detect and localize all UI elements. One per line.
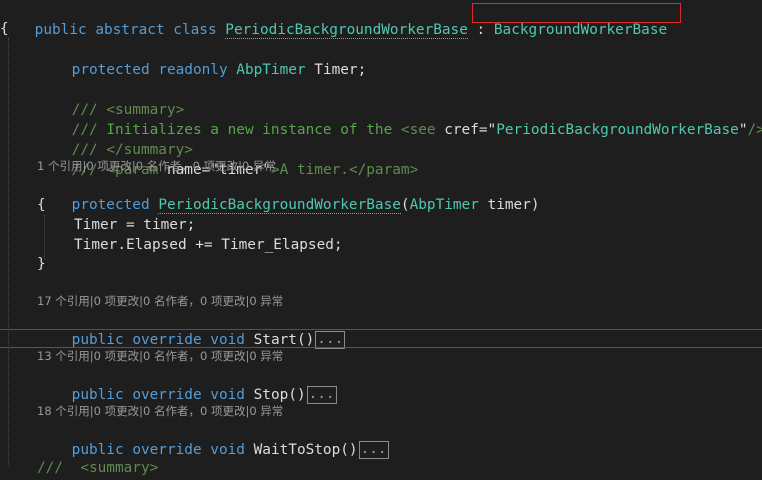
stop-method-line[interactable]: public override void Stop()... [37, 365, 337, 404]
param-type: AbpTimer [409, 197, 479, 213]
base-class-name[interactable]: BackgroundWorkerBase [494, 22, 667, 38]
doc-comment-summary-open[interactable]: /// <summary> [37, 80, 185, 118]
partial-doc-comment-line: /// <summary> [37, 458, 158, 478]
keyword: protected [71, 62, 150, 78]
statement: Timer = timer; [74, 217, 196, 233]
keyword: abstract [95, 22, 165, 38]
codelens-ctor[interactable]: 1 个引用|0 项更改|0 名作者，0 项更改|0 异常 [37, 158, 276, 174]
wait-to-stop-method-line[interactable]: public override void WaitToStop()... [37, 420, 389, 459]
doc-text: /// <summary> [37, 460, 159, 476]
codelens-wait-to-stop[interactable]: 18 个引用|0 项更改|0 名作者，0 项更改|0 异常 [37, 403, 283, 419]
ctor-close-brace: } [37, 254, 46, 274]
keyword: void [210, 332, 245, 348]
ctor-name[interactable]: PeriodicBackgroundWorkerBase [158, 197, 401, 214]
keyword: public [71, 442, 124, 458]
doc-tag: /> [747, 122, 762, 138]
doc-quote: " [487, 122, 497, 138]
paren: ( [400, 197, 410, 213]
method-separator [0, 329, 762, 330]
keyword: override [132, 387, 202, 403]
collapsed-block-button[interactable]: ... [306, 386, 337, 404]
collapsed-block-button[interactable]: ... [358, 441, 389, 459]
doc-cref[interactable]: PeriodicBackgroundWorkerBase [496, 122, 739, 138]
codelens-start[interactable]: 17 个引用|0 项更改|0 名作者，0 项更改|0 异常 [37, 293, 283, 309]
keyword: void [210, 442, 245, 458]
type-name: AbpTimer [236, 62, 306, 78]
doc-comment-summary-close[interactable]: /// </summary> [37, 120, 193, 158]
keyword: override [132, 442, 202, 458]
method-name: Stop() [253, 387, 306, 403]
class-name[interactable]: PeriodicBackgroundWorkerBase [225, 22, 468, 39]
brace: } [37, 256, 46, 272]
doc-comment-param[interactable]: /// <param name="timer">A timer.</param> [37, 140, 419, 178]
param-name: timer) [478, 197, 540, 213]
colon: : [467, 22, 494, 38]
doc-attr: cref= [435, 122, 488, 138]
codelens-stop[interactable]: 13 个引用|0 项更改|0 名作者，0 项更改|0 异常 [37, 348, 283, 364]
method-name: Start() [253, 332, 315, 348]
keyword: public [71, 332, 124, 348]
keyword: readonly [158, 62, 228, 78]
ctor-open-brace: { [37, 195, 46, 215]
timer-field-line[interactable]: protected readonly AbpTimer Timer; [37, 40, 367, 78]
doc-tag: <see [400, 122, 436, 138]
ctor-body-line-1[interactable]: Timer = timer; [74, 215, 195, 235]
keyword: void [210, 387, 245, 403]
statement: Timer.Elapsed += Timer_Elapsed; [74, 237, 343, 253]
keyword: class [173, 22, 217, 38]
keyword: override [132, 332, 202, 348]
class-open-brace: { [0, 19, 9, 39]
keyword: public [34, 22, 87, 38]
keyword: protected [71, 197, 150, 213]
brace: { [37, 197, 46, 213]
ctor-signature-line[interactable]: protected PeriodicBackgroundWorkerBase(A… [37, 175, 540, 214]
doc-comment-description[interactable]: /// Initializes a new instance of the <s… [37, 100, 762, 138]
method-name: WaitToStop() [253, 442, 358, 458]
code-editor[interactable]: public abstract class PeriodicBackground… [0, 0, 762, 476]
ctor-body-line-2[interactable]: Timer.Elapsed += Timer_Elapsed; [74, 235, 343, 255]
start-method-line[interactable]: public override void Start()... [37, 310, 346, 349]
field-name: Timer; [314, 62, 367, 78]
indent-guide [8, 38, 9, 466]
brace: { [0, 21, 9, 37]
base-class-highlight-box [472, 3, 681, 23]
keyword: public [71, 387, 124, 403]
